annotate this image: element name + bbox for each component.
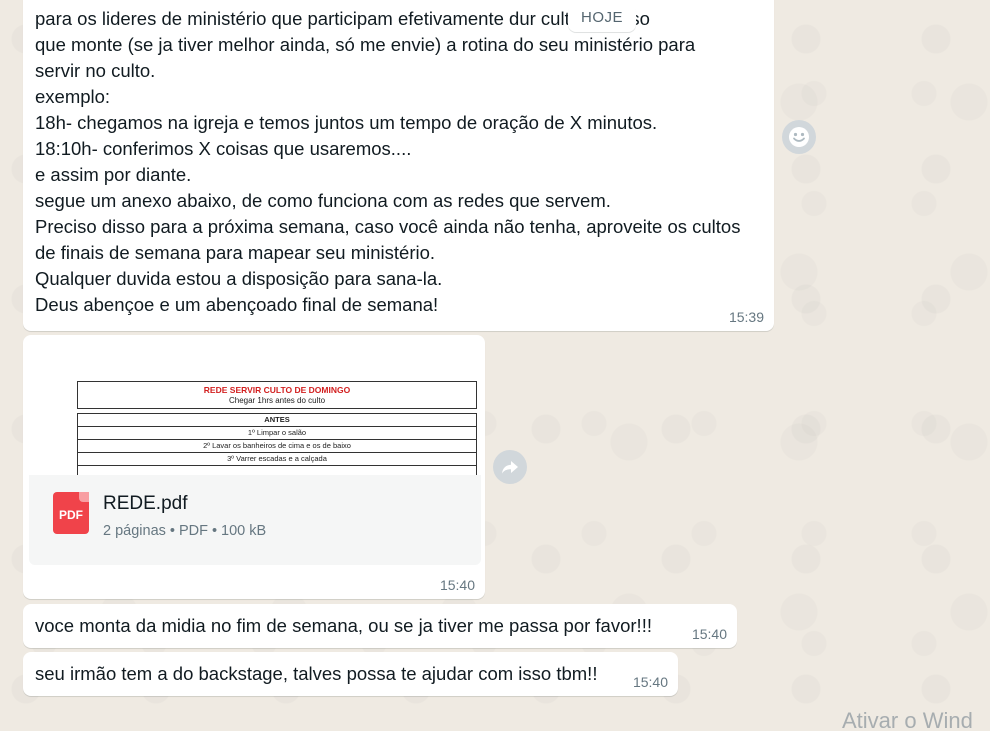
message-time: 15:40 bbox=[691, 626, 727, 642]
message-text: voce monta da midia no fim de semana, ou… bbox=[35, 615, 652, 636]
date-chip: HOJE bbox=[568, 4, 636, 32]
file-type: PDF bbox=[178, 523, 208, 539]
message-bubble[interactable]: seu irmão tem a do backstage, talves pos… bbox=[23, 652, 678, 696]
file-size: 100 kB bbox=[221, 523, 267, 539]
pdf-preview-thumbnail[interactable]: REDE SERVIR CULTO DE DOMINGO Chegar 1hrs… bbox=[29, 341, 479, 475]
chat-panel: para os lideres de ministério que partic… bbox=[0, 0, 990, 731]
message-bubble[interactable]: voce monta da midia no fim de semana, ou… bbox=[23, 604, 737, 648]
message-time: 15:40 bbox=[632, 674, 668, 690]
message-text: seu irmão tem a do backstage, talves pos… bbox=[35, 663, 598, 684]
message-time: 15:39 bbox=[728, 309, 764, 325]
emoji-reaction-icon[interactable] bbox=[782, 120, 816, 154]
windows-activation-watermark: Ativar o Wind bbox=[842, 708, 973, 731]
pdf-preview-row: 3º Varrer escadas e a calçada bbox=[78, 453, 476, 466]
file-pages: 2 páginas bbox=[103, 523, 166, 539]
pdf-preview-table: ANTES 1º Limpar o salão 2º Lavar os banh… bbox=[77, 413, 477, 475]
pdf-preview-row: 2º Lavar os banheiros de cima e os de ba… bbox=[78, 440, 476, 453]
message-bubble[interactable]: para os lideres de ministério que partic… bbox=[23, 0, 774, 331]
message-text: para os lideres de ministério que partic… bbox=[35, 8, 741, 315]
pdf-preview-row: 1º Limpar o salão bbox=[78, 427, 476, 440]
pdf-file-icon: PDF bbox=[53, 492, 89, 534]
file-card[interactable]: PDF REDE.pdf 2 páginas • PDF • 100 kB bbox=[29, 475, 481, 565]
forward-icon[interactable] bbox=[493, 450, 527, 484]
pdf-preview-title: REDE SERVIR CULTO DE DOMINGO bbox=[203, 385, 351, 395]
message-time: 15:40 bbox=[439, 577, 475, 593]
pdf-preview-header: REDE SERVIR CULTO DE DOMINGO Chegar 1hrs… bbox=[77, 381, 477, 409]
file-meta: 2 páginas • PDF • 100 kB bbox=[103, 523, 267, 539]
document-message[interactable]: REDE SERVIR CULTO DE DOMINGO Chegar 1hrs… bbox=[23, 335, 485, 599]
pdf-preview-subtitle: Chegar 1hrs antes do culto bbox=[228, 396, 326, 405]
file-name: REDE.pdf bbox=[103, 493, 188, 514]
pdf-preview-section: ANTES bbox=[78, 414, 476, 427]
